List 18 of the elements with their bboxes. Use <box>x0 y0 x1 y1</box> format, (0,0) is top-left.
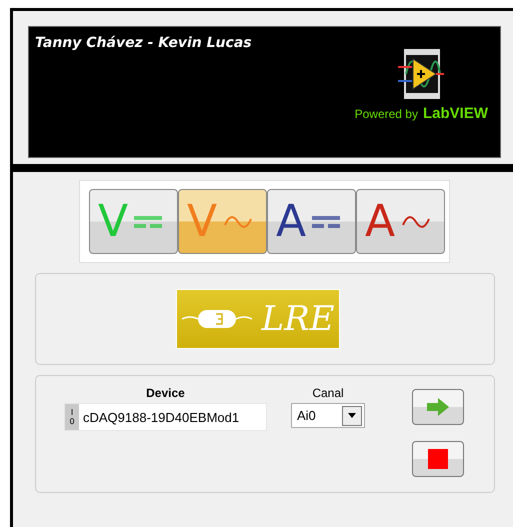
dc-icon <box>312 214 340 228</box>
dc-icon <box>134 214 162 228</box>
run-button[interactable] <box>412 389 464 425</box>
labview-logo-icon <box>398 49 444 99</box>
stop-icon <box>428 449 448 469</box>
lre-logo: LRE <box>176 289 340 349</box>
caret-icon <box>348 413 356 418</box>
arrow-right-icon <box>427 398 449 416</box>
mode-button[interactable]: A <box>356 189 445 254</box>
device-field[interactable]: I 0 cDAQ9188-19D40EBMod1 <box>64 403 267 431</box>
powered-by-text: Powered by LabVIEW <box>354 105 488 122</box>
authors-title: Tanny Chávez - Kevin Lucas <box>35 35 252 51</box>
canal-label: Canal <box>312 386 344 400</box>
stop-button[interactable] <box>412 441 464 477</box>
plug-icon <box>182 308 252 330</box>
canal-dropdown[interactable]: Ai0 <box>291 403 365 428</box>
mode-button[interactable]: A <box>267 189 356 254</box>
device-label: Device <box>146 386 185 400</box>
